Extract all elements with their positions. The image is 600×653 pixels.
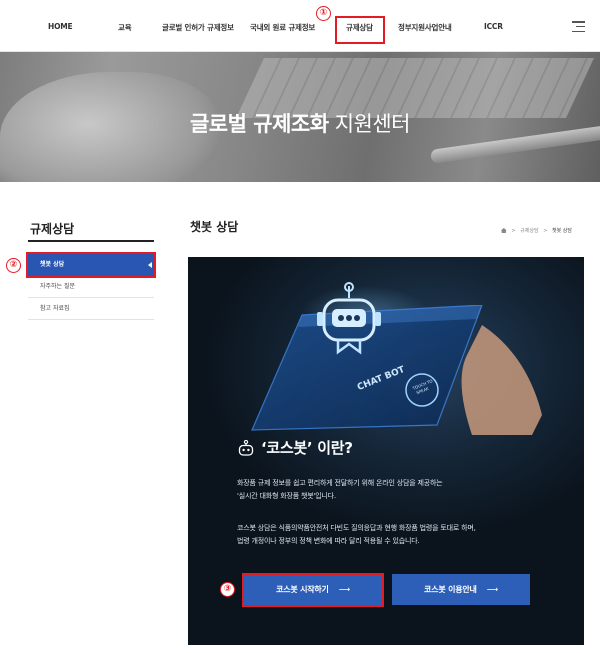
- chatbot-guide-label: 코스봇 이용안내: [424, 585, 477, 594]
- sidebar-title: 규제상담: [30, 222, 75, 236]
- annotation-box-1: [335, 16, 385, 44]
- description-line: '실시간 대화형 화장품 챗봇'입니다.: [237, 492, 336, 500]
- banner-title-light: 지원센터: [328, 112, 411, 136]
- sidebar-divider: [28, 240, 154, 242]
- top-navigation: HOME 교육 글로벌 인허가 규제정보 국내외 원료 규제정보 규제상담 정부…: [0, 0, 600, 52]
- description-line: 코스봇 상담은 식품의약품안전처 다빈도 질의응답과 현행 화장품 법령을 토대…: [237, 524, 476, 532]
- sidebar-item-label: 참고 자료집: [40, 305, 70, 312]
- home-icon[interactable]: [500, 228, 507, 233]
- nav-item-education[interactable]: 교육: [118, 22, 132, 33]
- description-line: 법령 개정이나 정부의 정책 변화에 따라 달리 적용될 수 있습니다.: [237, 537, 420, 545]
- chatbot-guide-button[interactable]: 코스봇 이용안내 ⟶: [392, 574, 530, 605]
- annotation-box-2: [26, 252, 156, 278]
- annotation-number-1: ①: [316, 6, 331, 21]
- hero-banner: 글로벌 규제조화 지원센터: [0, 52, 600, 182]
- breadcrumb-current: 챗봇 상담: [552, 228, 572, 234]
- chatbot-heading: ‘코스봇’ 이란?: [237, 437, 353, 458]
- nav-item-iccr[interactable]: ICCR: [484, 22, 503, 31]
- arrow-right-icon: ⟶: [486, 585, 498, 594]
- nav-item-global-regulation[interactable]: 글로벌 인허가 규제정보: [162, 22, 234, 33]
- chatbot-heading-text: ‘코스봇’ 이란?: [261, 439, 353, 457]
- chevron-right-icon: >: [511, 228, 516, 234]
- banner-title-bold: 글로벌 규제조화: [189, 112, 329, 136]
- sidebar-item-references[interactable]: 참고 자료집: [28, 298, 154, 320]
- sidebar-item-label: 자주하는 질문: [40, 283, 76, 290]
- annotation-box-3: [242, 573, 384, 607]
- breadcrumb-item[interactable]: 규제상담: [520, 228, 538, 234]
- annotation-number-3: ③: [220, 582, 235, 597]
- robot-small-icon: [238, 440, 254, 456]
- menu-icon[interactable]: [572, 21, 585, 33]
- chevron-right-icon: >: [543, 228, 548, 234]
- nav-item-ingredient-regulation[interactable]: 국내외 원료 규제정보: [250, 22, 315, 33]
- page-title: 챗봇 상담: [190, 220, 239, 234]
- nav-item-home[interactable]: HOME: [48, 22, 73, 31]
- annotation-number-2: ②: [6, 258, 21, 273]
- sidebar-item-faq[interactable]: 자주하는 질문: [28, 276, 154, 298]
- description-line: 화장품 규제 정보를 쉽고 편리하게 전달하기 위해 온라인 상담을 제공하는: [237, 479, 443, 487]
- robot-icon: [317, 282, 381, 355]
- nav-item-government-support[interactable]: 정부지원사업안내: [398, 22, 452, 33]
- banner-title: 글로벌 규제조화 지원센터: [0, 108, 600, 138]
- breadcrumb: > 규제상담 > 챗봇 상담: [500, 227, 572, 234]
